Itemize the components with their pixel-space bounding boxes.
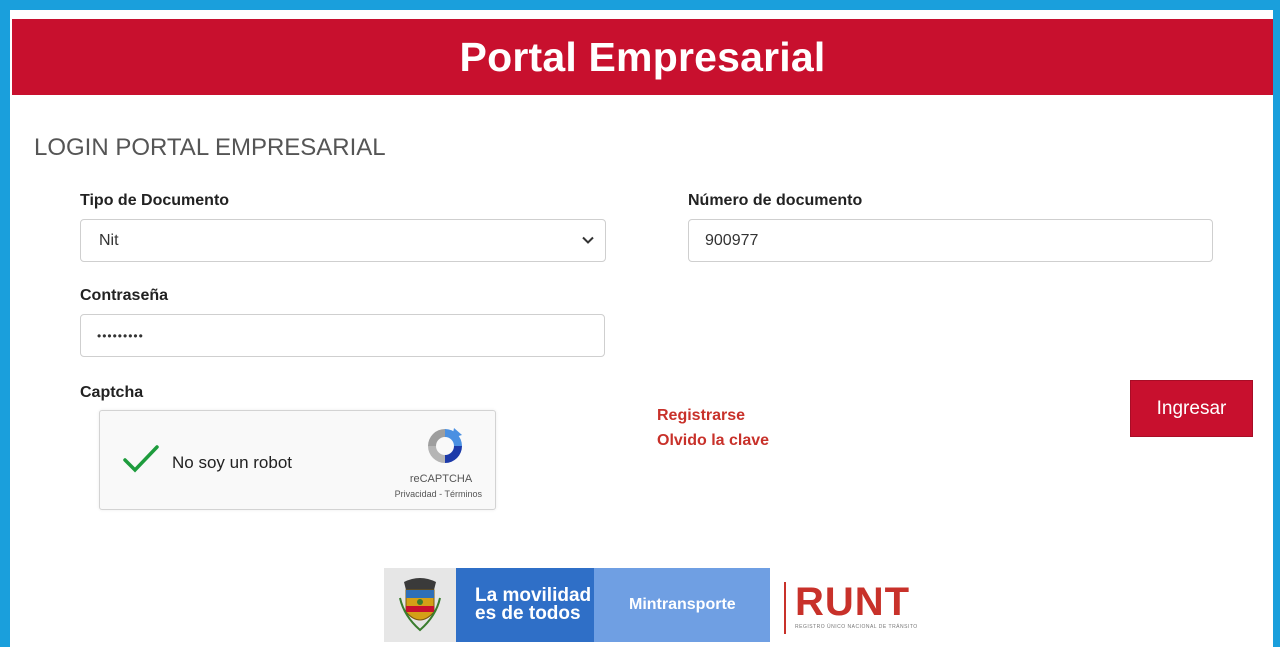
password-label: Contraseña [80,287,169,304]
mintransporte-logo: Mintransporte [594,568,770,642]
doc-number-label: Número de documento [688,192,863,209]
checkmark-icon[interactable] [122,443,160,475]
slogan-box: La movilidad es de todos [456,568,594,642]
chevron-down-icon [582,236,594,244]
captcha-label: Captcha [80,384,144,401]
doc-type-label: Tipo de Documento [80,192,230,209]
page-title: Portal Empresarial [459,33,826,80]
doc-type-selected-value: Nit [99,231,119,249]
slogan-line-2: es de todos [475,603,581,624]
colombia-seal-logo [384,568,456,642]
login-section-title: LOGIN PORTAL EMPRESARIAL [34,134,386,161]
header-bar: Portal Empresarial [12,19,1273,95]
recaptcha-widget[interactable]: No soy un robot reCAPTCHA Privacidad - T… [99,410,496,510]
runt-separator [784,582,786,634]
password-masked-value: ••••••••• [97,328,144,343]
window-frame-right [1273,0,1280,647]
doc-number-value: 900977 [705,231,759,249]
doc-type-select[interactable]: Nit [80,219,606,262]
recaptcha-checkbox-label: No soy un robot [172,453,293,472]
forgot-password-link[interactable]: Olvido la clave [657,432,769,450]
runt-logo: RUNT [795,580,911,624]
coat-of-arms-icon [399,578,441,632]
login-submit-button[interactable]: Ingresar [1130,380,1253,437]
recaptcha-logo-icon [428,428,462,463]
window-frame-top [0,0,1280,10]
mintransporte-label: Mintransporte [629,596,736,613]
register-link[interactable]: Registrarse [657,407,745,425]
doc-number-input[interactable]: 900977 [688,219,1213,262]
password-input[interactable]: ••••••••• [80,314,605,357]
recaptcha-terms-link[interactable]: Privacidad - Términos [370,489,482,499]
runt-subtitle: REGISTRO ÚNICO NACIONAL DE TRÁNSITO [795,624,918,630]
footer-logos: La movilidad es de todos Mintransporte R… [384,568,940,642]
recaptcha-brand: reCAPTCHA [409,473,473,485]
window-frame-left [0,0,10,647]
